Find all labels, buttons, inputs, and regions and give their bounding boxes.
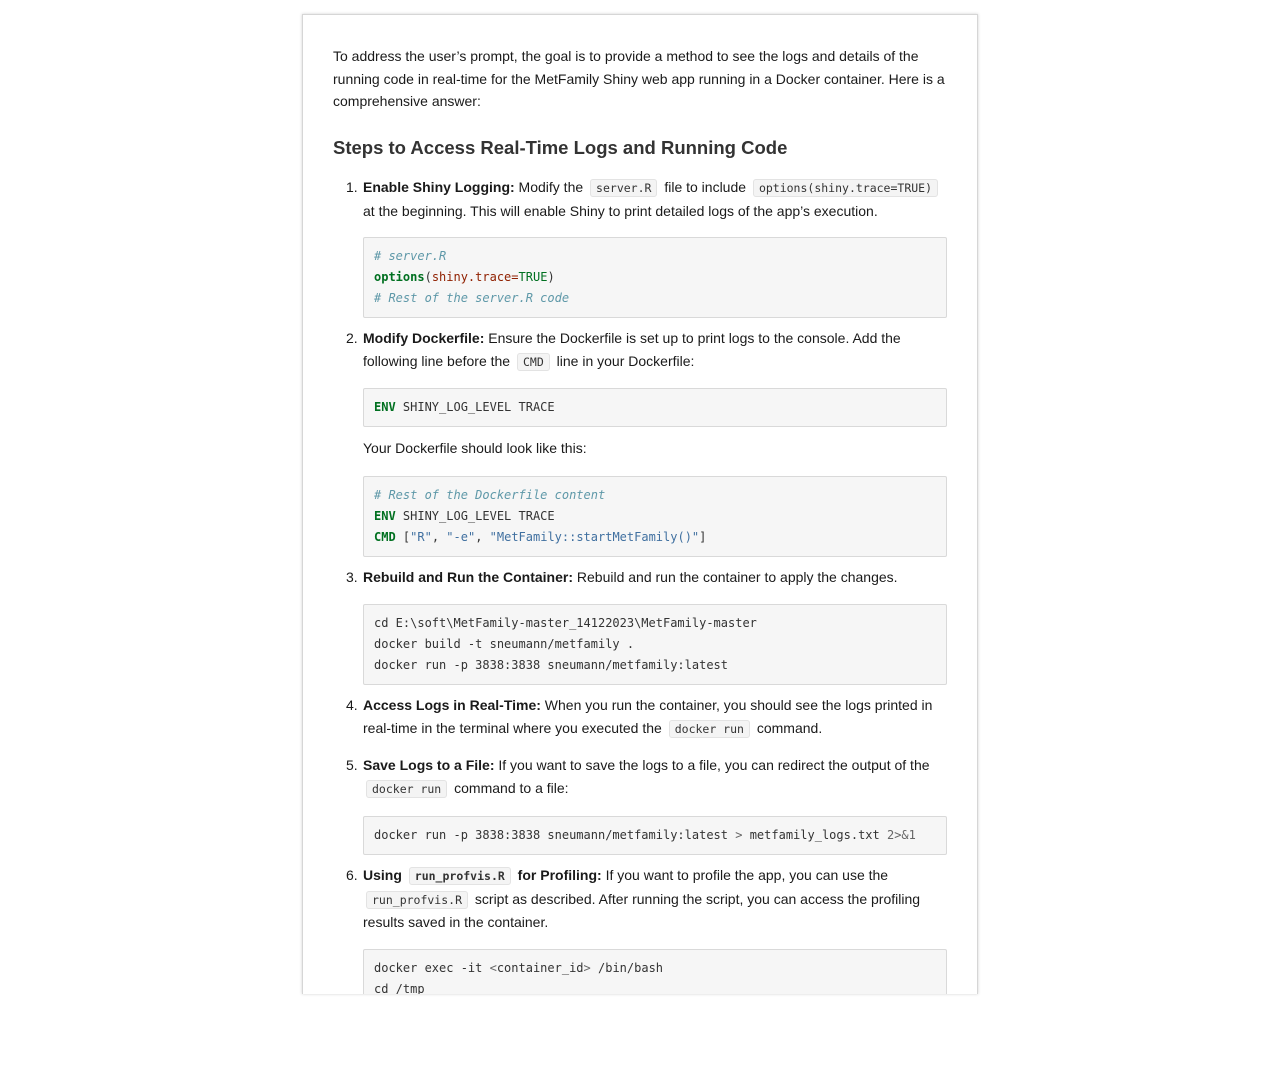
step-number: 1. [346,179,358,195]
step-text: Rebuild and run the container to apply t… [573,569,898,585]
step-text: command to a file: [450,779,569,796]
code-text: SHINY_LOG_LEVEL TRACE [395,509,555,523]
step-title: Access Logs in Real-Time: [363,697,541,713]
code-line: cd /tmp [374,982,425,994]
inline-code: server.R [590,179,658,197]
code-operator: 2>&1 [886,828,916,842]
step-number: 2. [346,330,358,346]
code-block-dockerfile[interactable]: # Rest of the Dockerfile content ENV SHI… [363,476,947,557]
code-comment: # server.R [374,249,447,263]
code-line: cd E:\soft\MetFamily-master_14122023\Met… [374,616,757,630]
code-comment: # Rest of the server.R code [374,291,570,305]
code-punct: , [431,530,447,544]
step-number: 5. [346,757,358,773]
code-function: options [374,270,425,284]
code-string: "R" [410,530,432,544]
inline-code: CMD [517,352,550,371]
step-number: 6. [346,867,358,883]
code-string: "-e" [446,530,476,544]
code-block-exec[interactable]: docker exec -it <container_id> /bin/bash… [363,949,947,994]
inline-code: run_profvis.R [408,867,511,885]
inline-code: options(shiny.trace=TRUE) [752,179,939,197]
code-text: /bin/bash [590,961,664,975]
code-argument: shiny.trace [431,270,512,284]
code-block-env[interactable]: ENV SHINY_LOG_LEVEL TRACE [363,388,947,427]
code-text: container_id [496,961,584,975]
code-operator: < [489,961,497,975]
step-3: 3. Rebuild and Run the Container: Rebuil… [346,566,947,589]
step-title: Using run_profvis.R for Profiling: [363,867,602,885]
step-number: 4. [346,697,358,713]
code-keyword: CMD [374,530,396,544]
code-text: docker exec -it [374,961,490,975]
code-punct: ) [547,270,555,284]
step-title: Enable Shiny Logging: [363,179,515,195]
step-text: Modify the [514,179,588,195]
step-title: Rebuild and Run the Container: [363,569,573,585]
code-value: TRUE [518,270,548,284]
code-text: SHINY_LOG_LEVEL TRACE [395,400,555,414]
step-title: Modify Dockerfile: [363,330,485,346]
step-text: If you want to save the logs to a file, … [494,757,930,773]
code-line: docker build -t sneumann/metfamily . [374,637,635,651]
code-operator: > [583,961,591,975]
step-4: 4. Access Logs in Real-Time: When you ru… [346,694,947,740]
inline-code: docker run [668,719,750,738]
code-text: docker run -p 3838:3838 sneumann/metfami… [374,828,736,842]
code-keyword: ENV [374,509,396,523]
code-comment: # Rest of the Dockerfile content [374,488,606,502]
code-block-server-r[interactable]: # server.R options(shiny.trace=TRUE) # R… [363,237,947,318]
inline-code: run_profvis.R [366,890,469,909]
code-operator: = [511,270,519,284]
code-punct: , [475,530,490,544]
step-title-text: for Profiling: [513,867,602,883]
code-punct: ] [699,530,707,544]
step-text: If you want to profile the app, you can … [601,867,889,883]
step-1: 1. Enable Shiny Logging: Modify the serv… [346,176,947,222]
step-5: 5. Save Logs to a File: If you want to s… [346,754,947,800]
code-keyword: ENV [374,400,396,414]
code-block-save-logs[interactable]: docker run -p 3838:3838 sneumann/metfami… [363,816,947,855]
step-text: line in your Dockerfile: [552,352,695,369]
code-punct: [ [395,530,411,544]
step-2: 2. Modify Dockerfile: Ensure the Dockerf… [346,327,947,373]
dockerfile-note: Your Dockerfile should look like this: [363,440,587,456]
code-string: "MetFamily::startMetFamily()" [489,530,700,544]
answer-card: To address the user’s prompt, the goal i… [302,14,978,994]
step-6: 6. Using run_profvis.R for Profiling: If… [346,864,947,934]
intro-paragraph: To address the user’s prompt, the goal i… [333,48,945,109]
step-title: Save Logs to a File: [363,757,495,773]
code-line: docker run -p 3838:3838 sneumann/metfami… [374,658,729,672]
step-text: command. [752,719,823,736]
code-text: metfamily_logs.txt [742,828,887,842]
section-heading: Steps to Access Real-Time Logs and Runni… [333,137,788,158]
step-text: file to include [660,179,750,195]
step-text: at the beginning. This will enable Shiny… [363,202,878,219]
step-number: 3. [346,569,358,585]
step-title-text: Using [363,867,406,883]
inline-code: docker run [366,779,448,798]
code-punct: ( [424,270,432,284]
code-block-rebuild[interactable]: cd E:\soft\MetFamily-master_14122023\Met… [363,604,947,685]
